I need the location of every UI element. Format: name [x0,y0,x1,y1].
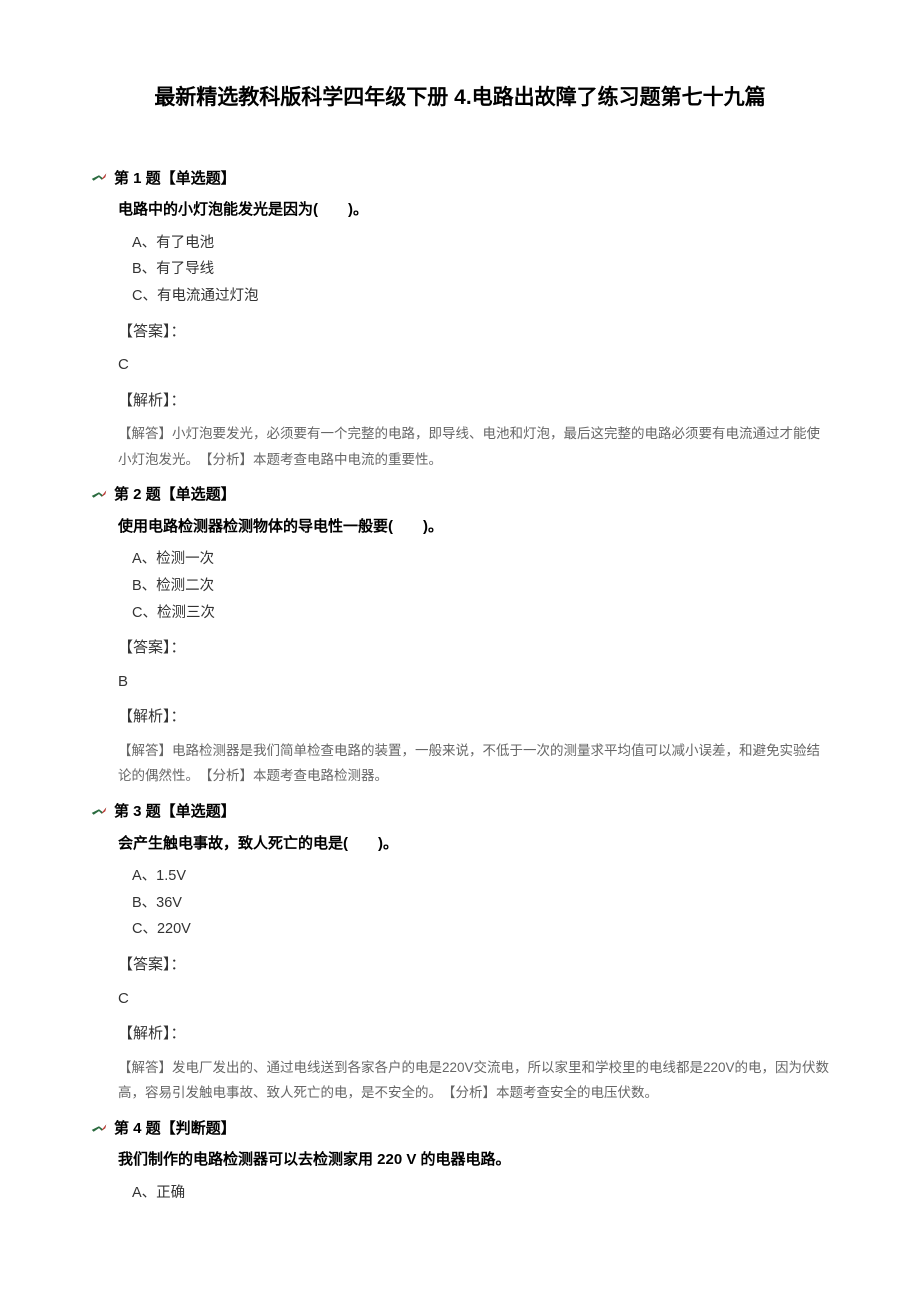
question-options: A、有了电池 B、有了导线 C、有电流通过灯泡 [132,231,830,309]
analysis-label: 【解析】： [118,1021,830,1047]
option-c: C、检测三次 [132,601,830,626]
question-number: 第 3 题【单选题】 [114,799,236,825]
answer-label: 【答案】： [118,319,830,345]
answer-value: C [118,352,830,378]
option-a: A、检测一次 [132,547,830,572]
answer-label: 【答案】： [118,635,830,661]
pin-icon [90,1122,108,1136]
question-header: 第 3 题【单选题】 [90,799,830,825]
analysis-label: 【解析】： [118,704,830,730]
analysis-text: 【解答】发电厂发出的、通过电线送到各家各户的电是220V交流电，所以家里和学校里… [118,1055,830,1106]
analysis-text: 【解答】小灯泡要发光，必须要有一个完整的电路，即导线、电池和灯泡，最后这完整的电… [118,421,830,472]
question-options: A、1.5V B、36V C、220V [132,864,830,942]
question-header: 第 4 题【判断题】 [90,1116,830,1142]
question-options: A、检测一次 B、检测二次 C、检测三次 [132,547,830,625]
option-b: B、36V [132,891,830,916]
question-header: 第 1 题【单选题】 [90,166,830,192]
option-c: C、220V [132,917,830,942]
pin-icon [90,171,108,185]
option-b: B、有了导线 [132,257,830,282]
answer-value: C [118,986,830,1012]
question-number: 第 1 题【单选题】 [114,166,236,192]
answer-label: 【答案】： [118,952,830,978]
question-text: 使用电路检测器检测物体的导电性一般要( )。 [118,514,830,540]
question-text: 会产生触电事故，致人死亡的电是( )。 [118,831,830,857]
question-text: 电路中的小灯泡能发光是因为( )。 [118,197,830,223]
question-header: 第 2 题【单选题】 [90,482,830,508]
pin-icon [90,488,108,502]
question-3: 第 3 题【单选题】 会产生触电事故，致人死亡的电是( )。 A、1.5V B、… [90,799,830,1106]
question-1: 第 1 题【单选题】 电路中的小灯泡能发光是因为( )。 A、有了电池 B、有了… [90,166,830,473]
question-number: 第 4 题【判断题】 [114,1116,236,1142]
option-a: A、1.5V [132,864,830,889]
analysis-label: 【解析】： [118,388,830,414]
option-c: C、有电流通过灯泡 [132,284,830,309]
answer-value: B [118,669,830,695]
question-text: 我们制作的电路检测器可以去检测家用 220 V 的电器电路。 [118,1147,830,1173]
question-4: 第 4 题【判断题】 我们制作的电路检测器可以去检测家用 220 V 的电器电路… [90,1116,830,1206]
question-2: 第 2 题【单选题】 使用电路检测器检测物体的导电性一般要( )。 A、检测一次… [90,482,830,789]
analysis-text: 【解答】电路检测器是我们简单检查电路的装置，一般来说，不低于一次的测量求平均值可… [118,738,830,789]
option-b: B、检测二次 [132,574,830,599]
question-options: A、正确 [132,1181,830,1206]
option-a: A、正确 [132,1181,830,1206]
page-title: 最新精选教科版科学四年级下册 4.电路出故障了练习题第七十九篇 [90,80,830,116]
question-number: 第 2 题【单选题】 [114,482,236,508]
option-a: A、有了电池 [132,231,830,256]
pin-icon [90,805,108,819]
